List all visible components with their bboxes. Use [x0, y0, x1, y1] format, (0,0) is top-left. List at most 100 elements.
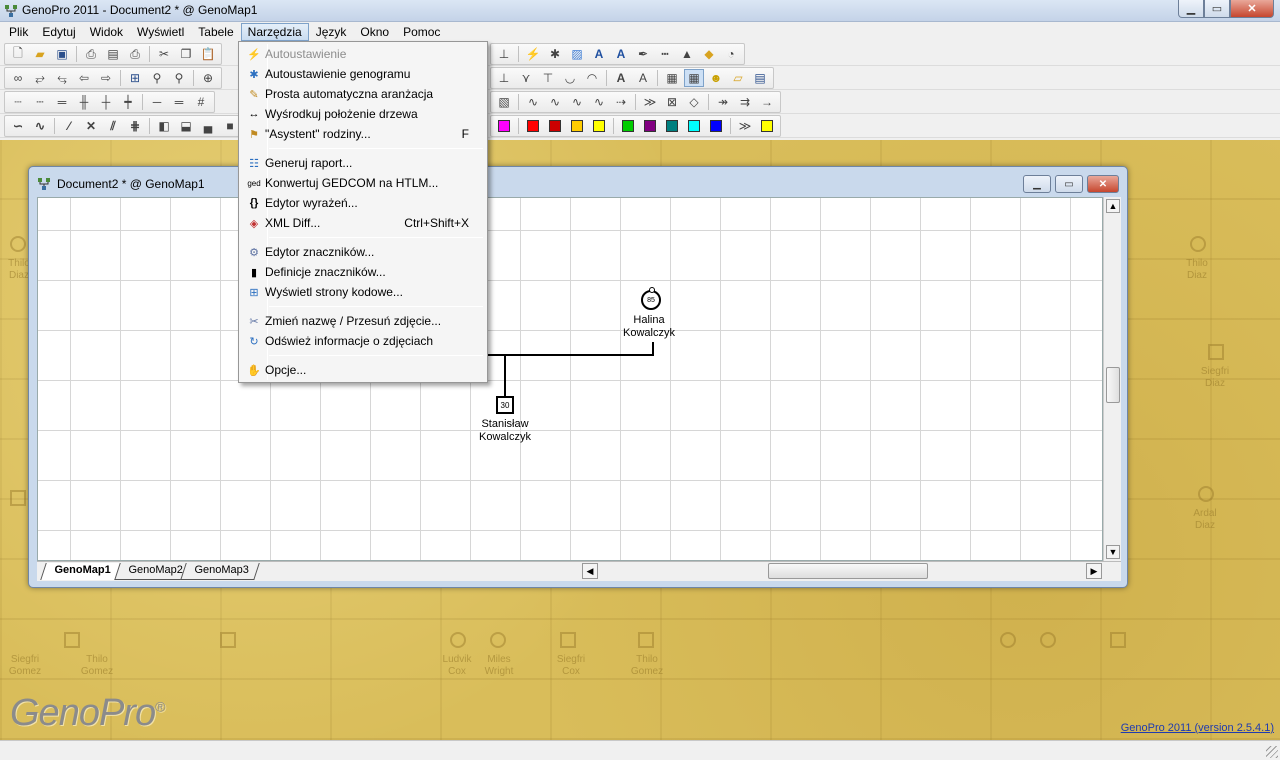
- color-swatch-purple[interactable]: [640, 117, 660, 135]
- right-arrow-icon[interactable]: →: [757, 93, 777, 111]
- zoom-in-icon[interactable]: ⊕: [198, 69, 218, 87]
- find-replace-icon[interactable]: ⚲: [169, 69, 189, 87]
- crossed-line-icon[interactable]: ┼: [96, 93, 116, 111]
- color-swatch-green[interactable]: [618, 117, 638, 135]
- solid-line-icon[interactable]: ─: [147, 93, 167, 111]
- hatched-line-icon[interactable]: ▧: [494, 93, 514, 111]
- fill-half-bottom-icon[interactable]: ⬓: [176, 117, 196, 135]
- menu-wyswietl[interactable]: Wyświetl: [130, 23, 191, 41]
- diamond-chevron-icon[interactable]: ◇: [684, 93, 704, 111]
- hierarchy-icon[interactable]: ⊥: [494, 45, 514, 63]
- highlight-icon[interactable]: ▱: [728, 69, 748, 87]
- color-swatch-teal[interactable]: [662, 117, 682, 135]
- double-slash-icon[interactable]: ⫽: [103, 117, 123, 135]
- print-preview-icon[interactable]: ⎙: [81, 45, 101, 63]
- fill-bottom-icon[interactable]: ▄: [198, 117, 218, 135]
- child-line-icon[interactable]: ⋎: [516, 69, 536, 87]
- color-swatch-cyan[interactable]: [684, 117, 704, 135]
- page-setup-icon[interactable]: ▤: [103, 45, 123, 63]
- restore-button[interactable]: ▭: [1204, 0, 1230, 18]
- wave-line-2-icon[interactable]: ∿: [545, 93, 565, 111]
- scroll-down-arrow-icon[interactable]: ▼: [1106, 545, 1120, 559]
- color-swatch-yellow[interactable]: [589, 117, 609, 135]
- loop-icon[interactable]: ∿: [30, 117, 50, 135]
- table-icon[interactable]: ⊞: [125, 69, 145, 87]
- forward-arrow-icon[interactable]: ⇨: [96, 69, 116, 87]
- unlink-icon[interactable]: ⥂: [30, 69, 50, 87]
- new-document-icon[interactable]: 🗋: [8, 45, 28, 63]
- resize-grip-icon[interactable]: [1266, 746, 1278, 758]
- scroll-right-arrow-icon[interactable]: ▶: [1086, 563, 1102, 579]
- menu-pomoc[interactable]: Pomoc: [396, 23, 447, 41]
- dotted-line-icon[interactable]: ┈: [8, 93, 28, 111]
- vertical-scroll-thumb[interactable]: [1106, 367, 1120, 403]
- dashed-line-icon[interactable]: ┄: [30, 93, 50, 111]
- tab-genomap1[interactable]: GenoMap1: [40, 563, 122, 580]
- double-dash-icon[interactable]: ═: [52, 93, 72, 111]
- menu-item-opcje[interactable]: ✋ Opcje...: [241, 360, 485, 380]
- scroll-left-arrow-icon[interactable]: ◀: [582, 563, 598, 579]
- color-swatch-darkred[interactable]: [545, 117, 565, 135]
- vertical-scrollbar[interactable]: ▲ ▼: [1103, 197, 1121, 561]
- picture-icon[interactable]: ▨: [567, 45, 587, 63]
- lightning-icon[interactable]: ⚡: [523, 45, 543, 63]
- find-icon[interactable]: ⚲: [147, 69, 167, 87]
- copy-icon[interactable]: ❐: [176, 45, 196, 63]
- sibling-line-icon[interactable]: ⊤: [538, 69, 558, 87]
- double-line-icon[interactable]: ═: [169, 93, 189, 111]
- triangle-icon[interactable]: ▲: [677, 45, 697, 63]
- person-name-stanislaw[interactable]: Stanisław Kowalczyk: [445, 418, 565, 444]
- close-button[interactable]: ✕: [1230, 0, 1274, 18]
- person-name-halina[interactable]: Halina Kowalczyk: [589, 314, 709, 340]
- menu-item-strony-kodowe[interactable]: ⊞ Wyświetl strony kodowe...: [241, 282, 485, 302]
- document-restore-button[interactable]: ▭: [1055, 175, 1083, 193]
- chevrons-icon[interactable]: ≫: [640, 93, 660, 111]
- menu-item-konwertuj-gedcom[interactable]: ged Konwertuj GEDCOM na HTLM...: [241, 173, 485, 193]
- double-arrow-icon[interactable]: ⇉: [735, 93, 755, 111]
- cross-icon[interactable]: ✕: [81, 117, 101, 135]
- fill-full-icon[interactable]: ■: [220, 117, 240, 135]
- menu-jezyk[interactable]: Język: [309, 23, 354, 41]
- female-person-icon[interactable]: 85: [641, 287, 661, 310]
- wave-line-4-icon[interactable]: ∿: [589, 93, 609, 111]
- menu-narzedzia[interactable]: Narzędzia: [240, 23, 309, 41]
- relink-icon[interactable]: ⥃: [52, 69, 72, 87]
- wave-line-3-icon[interactable]: ∿: [567, 93, 587, 111]
- twin-line-icon[interactable]: ◡: [560, 69, 580, 87]
- arch-icon[interactable]: ◠: [582, 69, 602, 87]
- menu-item-zmien-nazwe-zdjecie[interactable]: ✂ Zmień nazwę / Przesuń zdjęcie...: [241, 311, 485, 331]
- ticked-line-icon[interactable]: ┿: [118, 93, 138, 111]
- open-folder-icon[interactable]: ▰: [30, 45, 50, 63]
- font-grow-icon[interactable]: A: [611, 69, 631, 87]
- menu-edytuj[interactable]: Edytuj: [35, 23, 82, 41]
- color-swatch-red[interactable]: [523, 117, 543, 135]
- print-icon[interactable]: ⎙: [125, 45, 145, 63]
- curve-icon[interactable]: ∽: [8, 117, 28, 135]
- auto-layout-icon[interactable]: ✱: [545, 45, 565, 63]
- menu-item-prosta-aranzacja[interactable]: ✎ Prosta automatyczna aranżacja: [241, 84, 485, 104]
- cut-icon[interactable]: ✂: [154, 45, 174, 63]
- color-swatch-blue[interactable]: [706, 117, 726, 135]
- text-box-icon[interactable]: A: [589, 45, 609, 63]
- menu-item-asystent-rodziny[interactable]: ⚑ "Asystent" rodziny... F: [241, 124, 485, 144]
- horizontal-scroll-thumb[interactable]: [768, 563, 928, 579]
- font-shrink-icon[interactable]: A: [633, 69, 653, 87]
- menu-widok[interactable]: Widok: [83, 23, 130, 41]
- report-icon[interactable]: ▤: [750, 69, 770, 87]
- menu-okno[interactable]: Okno: [353, 23, 396, 41]
- menu-item-wysrodkuj[interactable]: ↔ Wyśrodkuj położenie drzewa: [241, 104, 485, 124]
- color-swatch-orange[interactable]: [567, 117, 587, 135]
- scroll-up-arrow-icon[interactable]: ▲: [1106, 199, 1120, 213]
- pen-icon[interactable]: ✒: [633, 45, 653, 63]
- family-tree-icon[interactable]: ⊥: [494, 69, 514, 87]
- horizontal-scrollbar[interactable]: ◀ ▶: [582, 563, 1102, 580]
- slash-icon[interactable]: ⁄: [59, 117, 79, 135]
- boxed-chevron-icon[interactable]: ⊠: [662, 93, 682, 111]
- menu-item-autoustawienie-genogramu[interactable]: ✱ Autoustawienie genogramu: [241, 64, 485, 84]
- arrow-line-icon[interactable]: ⇢: [611, 93, 631, 111]
- more-chevrons-icon[interactable]: ≫: [735, 117, 755, 135]
- wave-line-icon[interactable]: ∿: [523, 93, 543, 111]
- menu-tabele[interactable]: Tabele: [191, 23, 240, 41]
- menu-item-generuj-raport[interactable]: ☷ Generuj raport...: [241, 153, 485, 173]
- menu-item-autoustawienie[interactable]: ⚡ Autoustawienie: [241, 44, 485, 64]
